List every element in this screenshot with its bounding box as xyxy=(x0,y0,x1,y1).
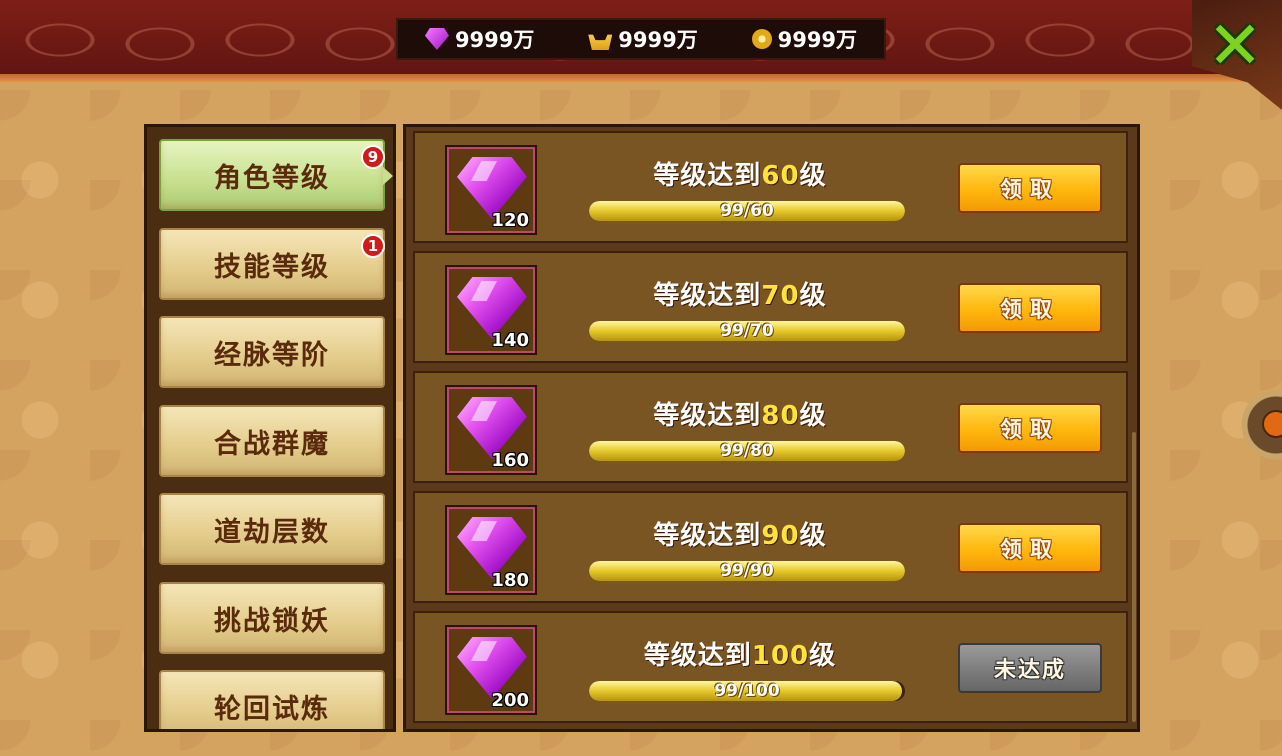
close-button[interactable]: ✕ xyxy=(1198,12,1272,80)
progress-text: 99/90 xyxy=(720,561,774,581)
claim-button[interactable]: 领取 xyxy=(958,523,1102,573)
requirement-suffix: 级 xyxy=(799,161,827,191)
tab-label: 经脉等阶 xyxy=(214,339,330,371)
currency-bar: 9999万 9999万 9999万 xyxy=(396,18,886,60)
tab-label: 合战群魔 xyxy=(214,428,330,460)
notification-badge: 1 xyxy=(361,234,385,258)
requirement-level: 100 xyxy=(751,641,810,671)
banner-edge xyxy=(0,74,1282,82)
requirement-prefix: 等级达到 xyxy=(653,521,762,551)
reward-quantity: 180 xyxy=(491,570,529,591)
progress-text: 99/100 xyxy=(714,681,780,701)
level-requirement: 等级达到70级 xyxy=(625,275,855,312)
claim-button[interactable]: 领取 xyxy=(958,163,1102,213)
level-requirement: 等级达到60级 xyxy=(625,155,855,192)
reward-list[interactable]: 120 等级达到60级 99/60 领取 140 等级达到70级 99/70 领… xyxy=(403,124,1140,732)
currency-coins: 9999万 xyxy=(751,24,858,54)
reward-row: 140 等级达到70级 99/70 领取 xyxy=(413,251,1128,363)
tab-battle-demons[interactable]: 合战群魔 xyxy=(159,405,385,477)
gold-ingot-icon xyxy=(588,34,613,50)
reward-item-slot[interactable]: 140 xyxy=(445,265,537,355)
reward-item-slot[interactable]: 200 xyxy=(445,625,537,715)
progress-bar: 99/70 xyxy=(589,321,905,341)
reward-row: 120 等级达到60级 99/60 领取 xyxy=(413,131,1128,243)
currency-coins-value: 9999万 xyxy=(777,28,858,52)
requirement-prefix: 等级达到 xyxy=(643,641,752,671)
claim-button[interactable]: 领取 xyxy=(958,403,1102,453)
tab-skill-level[interactable]: 技能等级 1 xyxy=(159,228,385,300)
progress-bar: 99/90 xyxy=(589,561,905,581)
tab-label: 道劫层数 xyxy=(214,516,330,548)
progress-bar: 99/100 xyxy=(589,681,905,701)
currency-ingots: 9999万 xyxy=(588,24,698,54)
currency-gems: 9999万 xyxy=(424,24,535,54)
gem-icon xyxy=(424,28,449,50)
requirement-level: 70 xyxy=(761,281,800,311)
close-icon: ✕ xyxy=(1207,7,1263,84)
reward-row: 160 等级达到80级 99/80 领取 xyxy=(413,371,1128,483)
requirement-prefix: 等级达到 xyxy=(653,161,762,191)
requirement-level: 80 xyxy=(761,401,800,431)
tab-label: 挑战锁妖 xyxy=(214,605,330,637)
tab-label: 技能等级 xyxy=(214,251,330,283)
tab-reincarnation-trial[interactable]: 轮回试炼 xyxy=(159,670,385,729)
level-requirement: 等级达到90级 xyxy=(625,515,855,552)
requirement-suffix: 级 xyxy=(799,521,827,551)
progress-text: 99/80 xyxy=(720,441,774,461)
pet-face-icon xyxy=(1262,410,1282,438)
level-requirement: 等级达到100级 xyxy=(625,635,855,672)
reward-item-slot[interactable]: 120 xyxy=(445,145,537,235)
progress-text: 99/70 xyxy=(720,321,774,341)
coin-icon xyxy=(751,29,772,49)
requirement-prefix: 等级达到 xyxy=(653,401,762,431)
notification-badge: 9 xyxy=(361,145,385,169)
tab-role-level[interactable]: 角色等级 9 xyxy=(159,139,393,211)
progress-bar: 99/60 xyxy=(589,201,905,221)
category-tab-panel: 角色等级 9 技能等级 1 经脉等阶 合战群魔 道劫层数 挑战锁妖 轮回试炼 xyxy=(144,124,396,732)
scrollbar[interactable] xyxy=(1132,432,1136,722)
requirement-suffix: 级 xyxy=(799,281,827,311)
not-achieved-button[interactable]: 未达成 xyxy=(958,643,1102,693)
tab-demon-tower[interactable]: 挑战锁妖 xyxy=(159,582,385,654)
requirement-prefix: 等级达到 xyxy=(653,281,762,311)
requirement-level: 60 xyxy=(761,161,800,191)
reward-item-slot[interactable]: 180 xyxy=(445,505,537,595)
level-requirement: 等级达到80级 xyxy=(625,395,855,432)
reward-item-slot[interactable]: 160 xyxy=(445,385,537,475)
reward-quantity: 160 xyxy=(491,450,529,471)
claim-button[interactable]: 领取 xyxy=(958,283,1102,333)
currency-gems-value: 9999万 xyxy=(454,28,535,52)
side-menu-handle[interactable] xyxy=(1240,380,1282,470)
requirement-suffix: 级 xyxy=(809,641,837,671)
progress-text: 99/60 xyxy=(720,201,774,221)
reward-quantity: 140 xyxy=(491,330,529,351)
progress-bar: 99/80 xyxy=(589,441,905,461)
reward-row: 200 等级达到100级 99/100 未达成 xyxy=(413,611,1128,723)
reward-row: 180 等级达到90级 99/90 领取 xyxy=(413,491,1128,603)
requirement-suffix: 级 xyxy=(799,401,827,431)
tab-label: 轮回试炼 xyxy=(214,693,330,725)
currency-ingots-value: 9999万 xyxy=(618,28,698,52)
tab-tribulation-floors[interactable]: 道劫层数 xyxy=(159,493,385,565)
requirement-level: 90 xyxy=(761,521,800,551)
tab-label: 角色等级 xyxy=(214,162,330,194)
reward-quantity: 200 xyxy=(491,690,529,711)
reward-quantity: 120 xyxy=(491,210,529,231)
tab-meridian-rank[interactable]: 经脉等阶 xyxy=(159,316,385,388)
